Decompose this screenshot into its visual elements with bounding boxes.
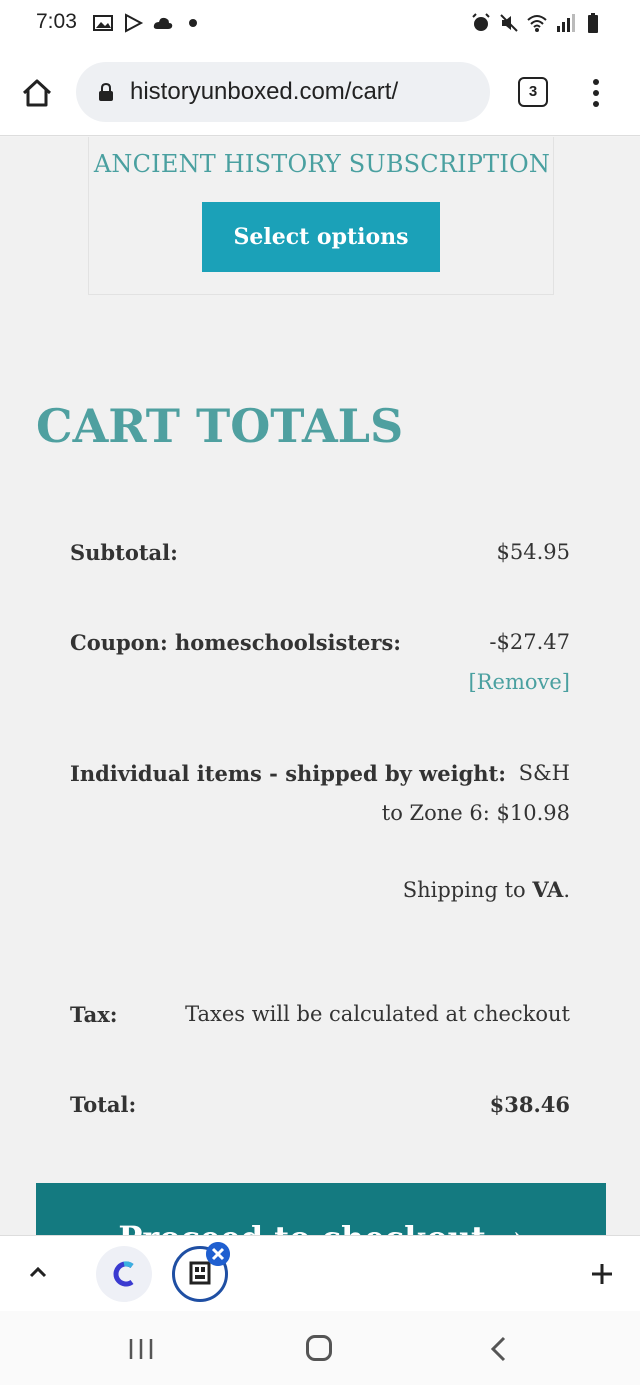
more-options-icon[interactable] <box>586 76 606 110</box>
proceed-to-checkout-button[interactable]: Proceed to checkout → <box>36 1183 606 1235</box>
remove-coupon-link[interactable]: [Remove] <box>469 670 570 694</box>
tab-thumbnail-1[interactable] <box>96 1246 152 1302</box>
status-left-icons <box>92 12 204 34</box>
lock-icon <box>99 82 113 101</box>
subtotal-label: Subtotal: <box>70 540 178 565</box>
status-bar: 7:03 <box>0 0 640 48</box>
wifi-icon <box>527 15 547 32</box>
tax-value: Taxes will be calculated at checkout <box>185 1002 570 1026</box>
total-label: Total: <box>70 1092 137 1117</box>
checkout-label[interactable]: Proceed to checkout → <box>36 1219 606 1235</box>
close-tab-icon[interactable] <box>206 1242 230 1266</box>
status-time: 7:03 <box>36 10 77 33</box>
tab-switcher-button[interactable]: 3 <box>518 77 548 107</box>
url-bar[interactable]: historyunboxed.com/cart/ <box>76 62 490 122</box>
recent-apps-icon[interactable] <box>128 1337 154 1361</box>
c-logo-icon <box>113 1261 134 1287</box>
coupon-value: -$27.47 <box>489 630 570 654</box>
shipping-label: Individual items - shipped by weight: <box>70 761 507 786</box>
alarm-icon <box>472 13 490 31</box>
url-text[interactable]: historyunboxed.com/cart/ <box>130 78 398 106</box>
shipping-destination: Shipping to VA. <box>403 877 570 902</box>
signal-icon <box>557 14 575 32</box>
shipping-to-prefix: Shipping to <box>402 878 533 902</box>
status-right-icons <box>470 12 604 34</box>
image-icon <box>93 15 113 31</box>
back-icon[interactable] <box>488 1335 508 1363</box>
product-title[interactable]: ANCIENT HISTORY SUBSCRIPTION <box>89 150 555 178</box>
coupon-label: Coupon: homeschoolsisters: <box>70 630 402 655</box>
cloud-icon <box>153 17 173 29</box>
browser-toolbar: historyunboxed.com/cart/ 3 <box>0 48 640 136</box>
shipping-method-line2: to Zone 6: $10.98 <box>381 801 570 825</box>
play-store-icon <box>125 13 144 33</box>
shipping-state: VA <box>532 877 564 902</box>
new-tab-plus-icon[interactable] <box>590 1262 614 1286</box>
home-nav-icon[interactable] <box>306 1335 332 1361</box>
page-content: ANCIENT HISTORY SUBSCRIPTION Select opti… <box>0 137 640 1235</box>
subtotal-value: $54.95 <box>496 540 570 564</box>
select-options-button[interactable]: Select options <box>202 202 440 272</box>
tab-strip <box>0 1235 640 1311</box>
battery-icon <box>588 13 598 33</box>
shipping-method-line1: S&H <box>518 761 570 785</box>
system-nav-bar <box>0 1311 640 1385</box>
tax-label: Tax: <box>70 1002 118 1027</box>
home-icon[interactable] <box>20 76 54 110</box>
cart-totals-heading: CART TOTALS <box>36 399 404 453</box>
shipping-to-suffix: . <box>563 878 570 902</box>
dot-icon <box>189 19 197 27</box>
total-value: $38.46 <box>489 1092 570 1117</box>
product-card: ANCIENT HISTORY SUBSCRIPTION Select opti… <box>88 137 554 295</box>
chevron-up-icon[interactable] <box>26 1260 50 1284</box>
mute-icon <box>500 14 518 32</box>
